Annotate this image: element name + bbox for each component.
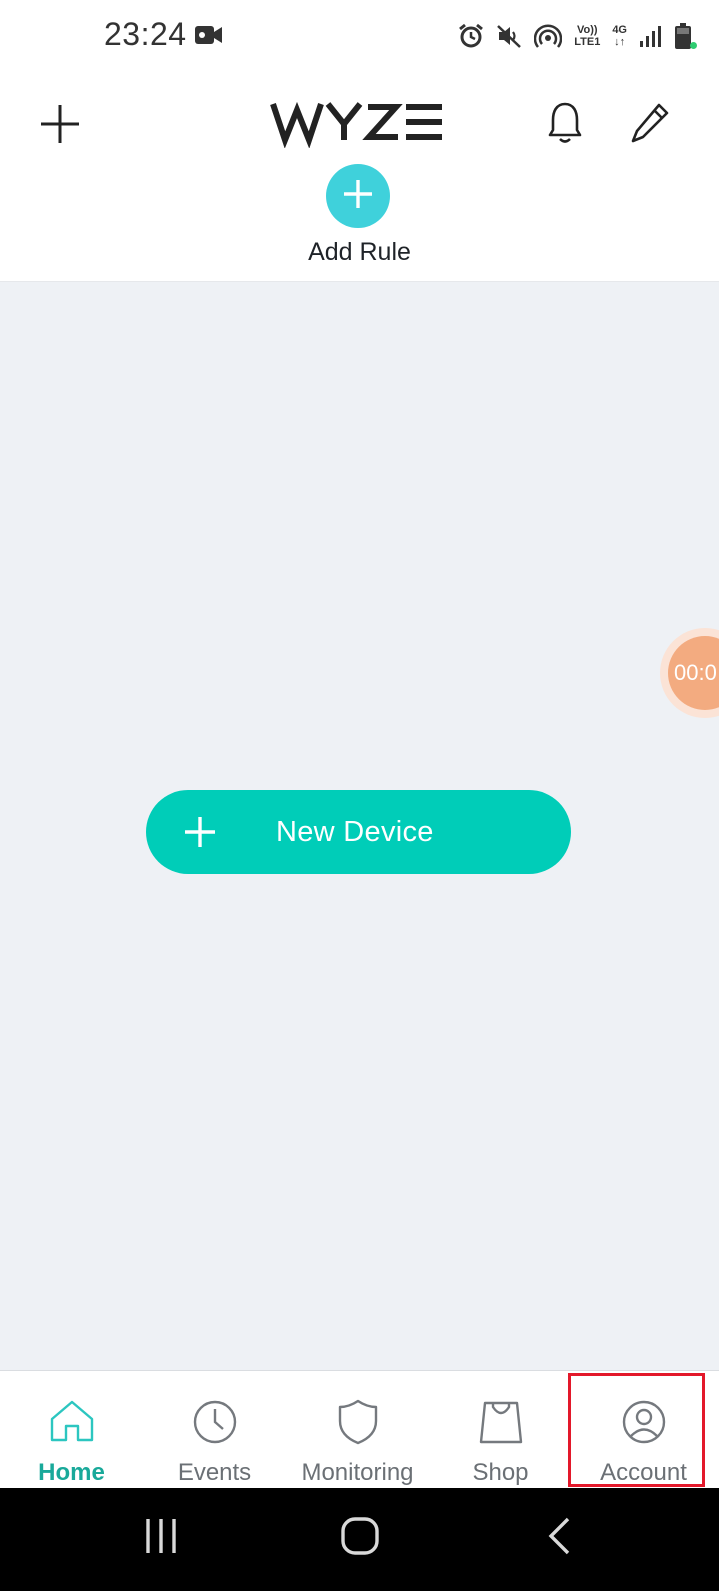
data-indicator: 4G ↓↑ bbox=[612, 24, 627, 48]
tab-monitoring-label: Monitoring bbox=[301, 1459, 414, 1486]
tab-events-label: Events bbox=[177, 1459, 252, 1486]
status-time: 23:24 bbox=[104, 16, 187, 52]
hotspot-icon bbox=[534, 23, 563, 49]
plus-icon bbox=[342, 178, 374, 215]
privacy-indicator-dot bbox=[690, 42, 697, 49]
volte-label: Vo)) bbox=[576, 24, 598, 36]
video-recording-icon bbox=[195, 24, 223, 51]
home-icon bbox=[49, 1399, 95, 1448]
lte-label: LTE1 bbox=[574, 36, 601, 48]
plus-icon bbox=[184, 816, 216, 853]
volte-indicator: Vo)) LTE1 bbox=[574, 24, 600, 48]
system-nav-bar bbox=[0, 1488, 719, 1591]
tab-events[interactable]: Events bbox=[143, 1371, 286, 1489]
bottom-tab-bar: Home Events Monitoring Shop Account bbox=[0, 1370, 719, 1488]
home-nav-icon[interactable] bbox=[340, 1516, 380, 1561]
pencil-icon[interactable] bbox=[630, 102, 670, 149]
add-icon[interactable] bbox=[38, 102, 82, 151]
floating-timer[interactable]: 00:0 bbox=[660, 628, 719, 718]
add-rule-label[interactable]: Add Rule bbox=[0, 238, 719, 267]
shield-icon bbox=[338, 1399, 378, 1450]
data-arrows-label: ↓↑ bbox=[614, 36, 626, 48]
app-header: Add Rule bbox=[0, 72, 719, 282]
back-icon[interactable] bbox=[546, 1516, 572, 1561]
tab-monitoring[interactable]: Monitoring bbox=[286, 1371, 429, 1489]
tab-home[interactable]: Home bbox=[0, 1371, 143, 1489]
new-device-button[interactable]: New Device bbox=[146, 790, 571, 874]
signal-icon bbox=[639, 24, 663, 48]
wyze-logo bbox=[270, 96, 444, 149]
clock-icon bbox=[192, 1399, 238, 1450]
alarm-icon bbox=[458, 23, 484, 49]
status-icons: Vo)) LTE1 4G ↓↑ bbox=[458, 18, 691, 54]
account-highlight-box bbox=[568, 1373, 705, 1487]
battery-icon bbox=[675, 23, 691, 49]
recent-apps-icon[interactable] bbox=[144, 1516, 178, 1561]
tab-home-label: Home bbox=[38, 1459, 105, 1486]
status-bar: 23:24 Vo)) LTE1 4G ↓↑ bbox=[0, 0, 719, 72]
bell-icon[interactable] bbox=[548, 100, 582, 149]
timer-text: 00:0 bbox=[668, 636, 719, 710]
add-rule-button[interactable] bbox=[326, 164, 390, 228]
tab-shop-label: Shop bbox=[472, 1459, 529, 1486]
data-type-label: 4G bbox=[612, 24, 627, 36]
device-list-area: 00:0 New Device bbox=[0, 282, 719, 1370]
tab-shop[interactable]: Shop bbox=[429, 1371, 572, 1489]
shopping-bag-icon bbox=[479, 1399, 523, 1450]
muted-speaker-icon bbox=[496, 23, 522, 49]
new-device-label: New Device bbox=[276, 816, 434, 848]
